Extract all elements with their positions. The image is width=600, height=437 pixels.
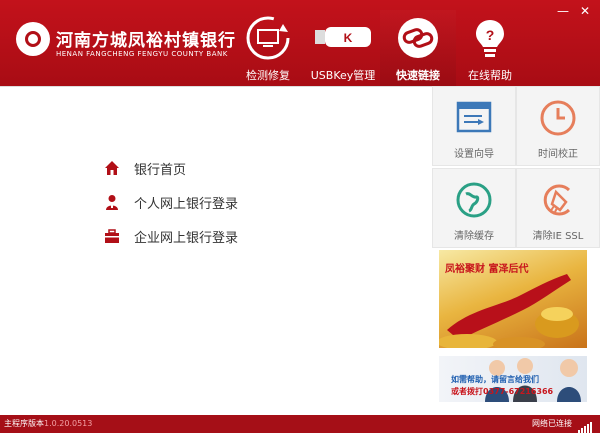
support-text-line2: 或者拨打0377-67216366: [451, 387, 554, 396]
tool-label: 时间校正: [538, 149, 578, 160]
ad-banner-fortune[interactable]: 凤裕聚财 富泽后代: [439, 250, 587, 348]
ad-banner-illustration: [439, 274, 579, 348]
version-number: 1.0.20.0513: [44, 419, 93, 428]
network-status: 网络已连接: [532, 419, 572, 428]
tool-setup-wizard[interactable]: 设置向导: [432, 86, 516, 166]
briefcase-icon: [104, 228, 120, 244]
svg-text:?: ?: [486, 27, 495, 43]
link-label: 个人网上银行登录: [134, 197, 239, 212]
tool-clear-cache[interactable]: 清除缓存: [432, 168, 516, 248]
nav-detect-repair[interactable]: 检测修复: [230, 10, 306, 86]
home-icon: [104, 160, 120, 176]
bank-logo-icon: [16, 22, 50, 56]
bank-name-en: HENAN FANGCHENG FENGYU COUNTY BANK: [56, 50, 228, 58]
tool-label: 设置向导: [454, 149, 494, 160]
status-bar: 主程序版本1.0.20.0513 网络已连接: [0, 415, 600, 433]
link-icon: [396, 16, 440, 60]
tool-label: 清除IE SSL: [532, 231, 584, 242]
nav-usbkey[interactable]: K USBKey管理: [305, 10, 381, 86]
broom-icon: [538, 180, 578, 220]
app-header: 河南方城凤裕村镇银行 HENAN FANGCHENG FENGYU COUNTY…: [0, 0, 600, 86]
setup-wizard-icon: [454, 98, 494, 138]
usb-key-icon: K: [315, 16, 371, 60]
minimize-button[interactable]: —: [556, 4, 570, 18]
nav-label: 快速链接: [396, 69, 440, 82]
globe-icon: [454, 180, 494, 220]
link-bank-home[interactable]: 银行首页: [104, 158, 344, 178]
bank-name: 河南方城凤裕村镇银行: [56, 31, 236, 51]
close-button[interactable]: ✕: [578, 4, 592, 18]
link-label: 企业网上银行登录: [134, 231, 239, 246]
tool-label: 清除缓存: [454, 231, 494, 242]
support-text-line1: 如需帮助，请留言给我们: [451, 375, 539, 384]
lightbulb-icon: ?: [468, 16, 512, 60]
signal-icon: [578, 418, 592, 433]
ad-banner-support[interactable]: 如需帮助，请留言给我们 或者拨打0377-67216366: [439, 356, 587, 402]
svg-text:K: K: [344, 31, 353, 45]
version-label: 主程序版本: [4, 419, 44, 428]
version-info: 主程序版本1.0.20.0513: [4, 418, 92, 429]
tool-time-correction[interactable]: 时间校正: [516, 86, 600, 166]
clock-icon: [538, 98, 578, 138]
tools-grid: 设置向导 时间校正 清除缓存 清除IE SSL: [430, 86, 600, 248]
nav-online-help[interactable]: ? 在线帮助: [452, 10, 528, 86]
monitor-refresh-icon: [246, 16, 290, 60]
tool-clear-ie-ssl[interactable]: 清除IE SSL: [516, 168, 600, 248]
nav-quick-links[interactable]: 快速链接: [380, 10, 456, 86]
person-icon: [104, 194, 120, 210]
nav-label: USBKey管理: [310, 69, 376, 82]
link-corporate-banking[interactable]: 企业网上银行登录: [104, 226, 344, 246]
nav-label: 检测修复: [246, 69, 290, 82]
link-label: 银行首页: [134, 163, 187, 178]
link-personal-banking[interactable]: 个人网上银行登录: [104, 192, 344, 212]
nav-label: 在线帮助: [468, 69, 512, 82]
